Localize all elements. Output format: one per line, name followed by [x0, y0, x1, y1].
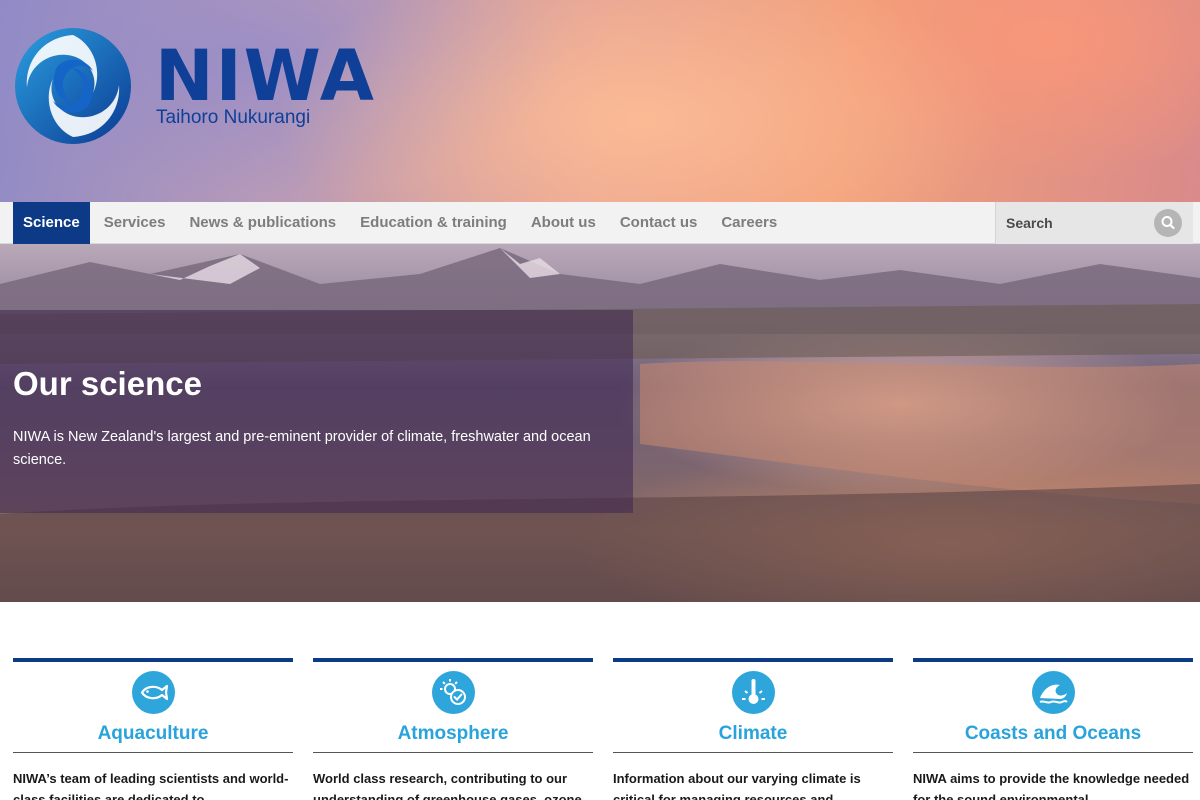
page-title: Our science — [13, 365, 202, 402]
science-card-aquaculture[interactable]: Aquaculture NIWA’s team of leading scien… — [13, 658, 293, 800]
niwa-swirl-logo-icon — [15, 28, 131, 144]
card-divider — [13, 752, 293, 753]
hero-description: NIWA is New Zealand's largest and pre-em… — [13, 429, 591, 468]
site-header: NIWA Taihoro Nukurangi — [0, 0, 1200, 202]
card-description: NIWA aims to provide the knowledge neede… — [913, 771, 1190, 800]
card-title[interactable]: Aquaculture — [13, 722, 293, 746]
logo-wordmark: NIWA — [155, 35, 376, 117]
card-title[interactable]: Coasts and Oceans — [913, 722, 1193, 746]
card-description: Information about our varying climate is… — [613, 771, 861, 800]
sun-cloud-icon — [432, 671, 475, 714]
search-box — [995, 202, 1193, 244]
nav-item-science[interactable]: Science — [13, 202, 90, 244]
card-divider — [613, 752, 893, 753]
search-icon — [1161, 216, 1175, 230]
nav-item-education-training[interactable]: Education & training — [348, 202, 519, 244]
nav-list: Science Services News & publications Edu… — [13, 202, 789, 244]
nav-item-services[interactable]: Services — [92, 202, 178, 244]
science-card-coasts-oceans[interactable]: Coasts and Oceans NIWA aims to provide t… — [913, 658, 1193, 800]
card-description: NIWA’s team of leading scientists and wo… — [13, 771, 289, 800]
hero-text-panel — [0, 310, 633, 513]
logo-tagline: Taihoro Nukurangi — [156, 107, 311, 128]
hero-banner: Our science NIWA is New Zealand's larges… — [0, 244, 1200, 602]
card-divider — [913, 752, 1193, 753]
search-input[interactable] — [996, 202, 1156, 244]
nav-item-contact-us[interactable]: Contact us — [608, 202, 710, 244]
science-card-atmosphere[interactable]: Atmosphere World class research, contrib… — [313, 658, 593, 800]
nav-item-about-us[interactable]: About us — [519, 202, 608, 244]
card-description: World class research, contributing to ou… — [313, 771, 582, 800]
thermometer-icon — [732, 671, 775, 714]
nav-item-news-publications[interactable]: News & publications — [177, 202, 348, 244]
wave-icon — [1032, 671, 1075, 714]
search-button[interactable] — [1154, 209, 1182, 237]
science-card-climate[interactable]: Climate Information about our varying cl… — [613, 658, 893, 800]
main-navigation: Science Services News & publications Edu… — [0, 202, 1200, 244]
nav-item-careers[interactable]: Careers — [709, 202, 789, 244]
fish-icon — [132, 671, 175, 714]
card-title[interactable]: Atmosphere — [313, 722, 593, 746]
card-title[interactable]: Climate — [613, 722, 893, 746]
niwa-logo[interactable]: NIWA Taihoro Nukurangi — [13, 27, 374, 147]
card-divider — [313, 752, 593, 753]
